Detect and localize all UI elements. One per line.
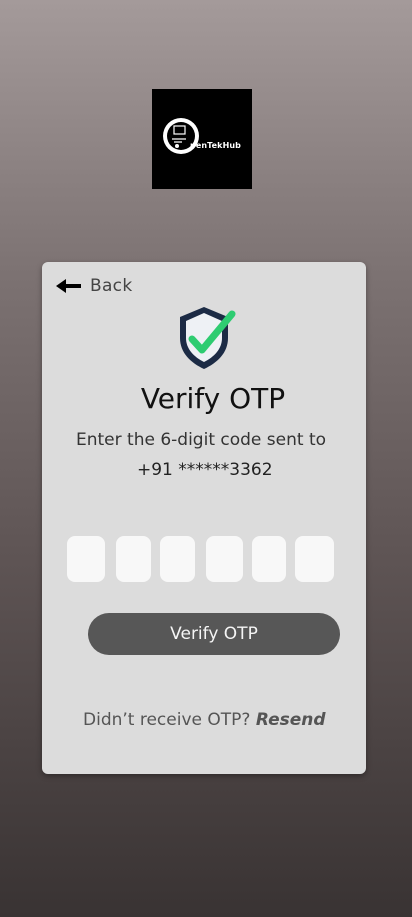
otp-digit-3[interactable] (160, 536, 195, 582)
otp-digit-6[interactable] (295, 536, 334, 582)
otp-digit-4[interactable] (206, 536, 243, 582)
arrow-left-icon (56, 279, 81, 293)
back-label: Back (90, 276, 133, 296)
logo-text: penTekHub (190, 141, 242, 150)
logo-o-emblem-icon (163, 118, 199, 154)
back-button[interactable]: Back (54, 276, 132, 296)
app-logo: penTekHub (152, 89, 252, 189)
resend-prompt: Didn’t receive OTP? (83, 710, 251, 730)
otp-card: Back Verify OTP Enter the 6-digit code s… (42, 262, 366, 774)
masked-phone-number: +91 ******3362 (137, 460, 273, 480)
otp-instruction: Enter the 6-digit code sent to (76, 430, 327, 450)
shield-check-icon (180, 307, 236, 369)
otp-digit-2[interactable] (116, 536, 151, 582)
otp-digit-1[interactable] (67, 536, 105, 582)
resend-row: Didn’t receive OTP? Resend (83, 710, 326, 730)
otp-digit-5[interactable] (252, 536, 286, 582)
verify-otp-button[interactable]: Verify OTP (88, 613, 340, 655)
page-title: Verify OTP (140, 382, 286, 415)
resend-link[interactable]: Resend (256, 710, 326, 730)
